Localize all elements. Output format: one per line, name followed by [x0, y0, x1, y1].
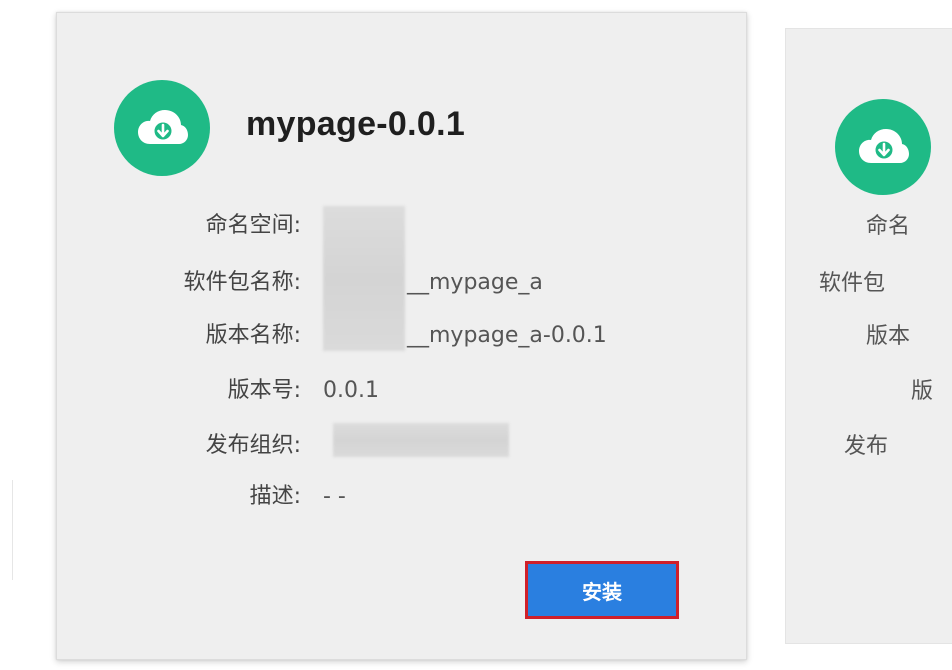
field-label: 描述:: [249, 484, 301, 509]
field-label: 软件包: [819, 271, 886, 296]
divider: [12, 480, 13, 580]
field-label: 命名: [866, 214, 911, 239]
field-label: 版本名称:: [205, 323, 301, 348]
field-label: 版本号:: [227, 378, 301, 403]
field-description: 描述: - -: [57, 479, 748, 515]
redacted-value: [333, 423, 509, 457]
field-version-number: 版: [786, 374, 952, 410]
field-version-number: 版本号: 0.0.1: [57, 373, 748, 409]
package-card: mypage-0.0.1 命名空间: 软件包名称: __mypage_a 版本名…: [56, 12, 747, 660]
field-label: 版: [911, 379, 934, 404]
field-label: 软件包名称:: [183, 270, 301, 295]
install-button[interactable]: 安装: [525, 561, 679, 619]
field-value: __mypage_a: [407, 270, 543, 295]
field-value: __mypage_a-0.0.1: [407, 323, 607, 348]
field-value: 0.0.1: [323, 378, 379, 403]
field-label: 发布组织:: [205, 433, 301, 458]
cloud-download-icon: [114, 80, 210, 176]
field-label: 命名空间:: [205, 213, 301, 238]
field-version-name: 版本: [786, 319, 952, 355]
redacted-value: [323, 206, 405, 351]
cloud-download-icon: [835, 99, 931, 195]
field-label: 版本: [866, 324, 911, 349]
field-package-name: 软件包: [786, 266, 952, 302]
field-value: - -: [323, 484, 346, 509]
stage: mypage-0.0.1 命名空间: 软件包名称: __mypage_a 版本名…: [0, 0, 952, 670]
package-title: mypage-0.0.1: [246, 105, 466, 143]
field-label: 发布: [844, 434, 889, 459]
field-publisher: 发布: [786, 429, 952, 465]
field-namespace: 命名: [786, 209, 952, 245]
package-card-second: 命名 软件包 版本 版 发布: [785, 28, 952, 644]
